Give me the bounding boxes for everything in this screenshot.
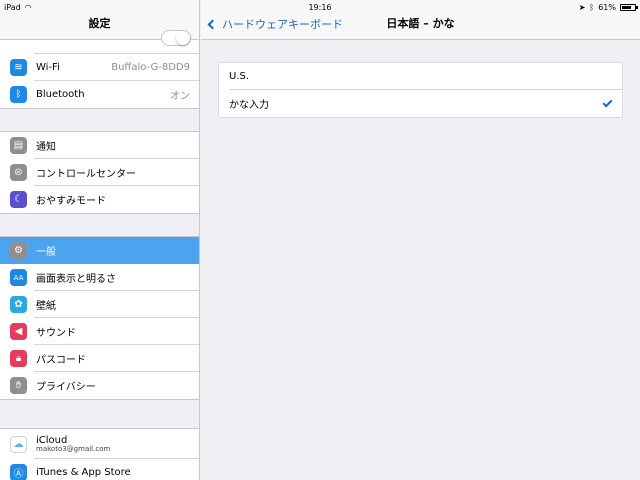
sidebar-item-label: iTunes & App Store xyxy=(36,467,131,478)
icloud-text: iCloud makoto3@gmail.com xyxy=(36,435,110,454)
checkmark-icon xyxy=(602,97,613,108)
battery-percent: 61% xyxy=(598,2,616,12)
gear-icon: ⚙ xyxy=(10,242,27,259)
sidebar-item-icloud[interactable]: ☁ iCloud makoto3@gmail.com xyxy=(0,429,199,459)
status-left: iPad ◠ xyxy=(4,3,32,12)
sidebar-group-general: ⚙ 一般 AA 画面表示と明るさ ✿ 壁紙 ◀ サウンド 🔒︎ パスコード ✋︎… xyxy=(0,236,199,400)
sidebar-title: 設定 xyxy=(88,17,111,30)
status-right: ➤ ᛒ 61% xyxy=(578,2,638,12)
sidebar-item-wallpaper[interactable]: ✿ 壁紙 xyxy=(0,291,199,318)
sidebar-item-label: パスコード xyxy=(36,355,86,366)
sidebar-item-control-center[interactable]: ⊜ コントロールセンター xyxy=(0,159,199,186)
icloud-account-email: makoto3@gmail.com xyxy=(36,444,111,453)
lock-icon: 🔒︎ xyxy=(10,350,27,367)
bluetooth-icon: ᛒ xyxy=(10,86,27,103)
sidebar-item-do-not-disturb[interactable]: ☾ おやすみモード xyxy=(0,186,199,213)
layout-option-kana[interactable]: かな入力 xyxy=(219,90,622,117)
battery-icon xyxy=(620,3,638,11)
sidebar-group-notifications: ▤ 通知 ⊜ コントロールセンター ☾ おやすみモード xyxy=(0,131,199,214)
wifi-status-icon: ◠ xyxy=(24,2,32,12)
sidebar-group-network: ≋ Wi-Fi Buffalo-G-8DD9 ᛒ Bluetooth オン xyxy=(0,30,199,109)
bluetooth-value: オン xyxy=(170,91,190,102)
speaker-icon: ◀ xyxy=(10,323,27,340)
control-center-icon: ⊜ xyxy=(10,164,27,181)
settings-sidebar: 設定 ≋ Wi-Fi Buffalo-G-8DD9 ᛒ Bluetooth オン… xyxy=(0,0,200,480)
bluetooth-status-icon: ᛒ xyxy=(589,2,595,12)
clock: 19:16 xyxy=(308,2,332,12)
option-label: U.S. xyxy=(229,71,250,82)
sidebar-item-bluetooth[interactable]: ᛒ Bluetooth オン xyxy=(0,81,199,108)
sidebar-item-app-store[interactable]: Ⓐ iTunes & App Store xyxy=(0,459,199,480)
airplane-toggle[interactable] xyxy=(161,30,191,46)
sidebar-item-label: 一般 xyxy=(36,247,56,258)
sidebar-item-airplane-partial[interactable] xyxy=(0,30,199,54)
sidebar-item-label: コントロールセンター xyxy=(36,169,136,180)
brightness-icon: AA xyxy=(10,269,27,286)
detail-panel: ハードウェアキーボード 日本語 – かな U.S. かな入力 xyxy=(201,0,640,480)
wifi-network-value: Buffalo-G-8DD9 xyxy=(111,62,190,73)
icloud-icon: ☁ xyxy=(10,435,27,453)
sidebar-item-display[interactable]: AA 画面表示と明るさ xyxy=(0,264,199,291)
sidebar-item-label: iCloud xyxy=(36,434,68,446)
status-bar: iPad ◠ 19:16 ➤ ᛒ 61% xyxy=(0,0,640,14)
sidebar-item-label: Wi-Fi xyxy=(36,62,60,73)
sidebar-item-label: 通知 xyxy=(36,142,56,153)
sidebar-item-label: 画面表示と明るさ xyxy=(36,274,116,285)
app-store-icon: Ⓐ xyxy=(10,464,27,480)
page-title: 日本語 – かな xyxy=(386,17,455,30)
sidebar-item-general[interactable]: ⚙ 一般 xyxy=(0,237,199,264)
sidebar-item-label: 壁紙 xyxy=(36,301,56,312)
option-label: かな入力 xyxy=(229,100,269,111)
location-icon: ➤ xyxy=(578,2,586,12)
sidebar-item-privacy[interactable]: ✋︎ プライバシー xyxy=(0,372,199,399)
sidebar-item-sounds[interactable]: ◀ サウンド xyxy=(0,318,199,345)
sidebar-item-label: おやすみモード xyxy=(36,196,106,207)
hand-icon: ✋︎ xyxy=(10,377,27,394)
sidebar-item-passcode[interactable]: 🔒︎ パスコード xyxy=(0,345,199,372)
sidebar-item-notifications[interactable]: ▤ 通知 xyxy=(0,132,199,159)
notification-icon: ▤ xyxy=(10,137,27,154)
wifi-icon: ≋ xyxy=(10,59,27,76)
device-name: iPad xyxy=(4,2,21,12)
wallpaper-icon: ✿ xyxy=(10,296,27,313)
sidebar-item-label: Bluetooth xyxy=(36,89,85,100)
layout-option-us[interactable]: U.S. xyxy=(219,63,622,90)
moon-icon: ☾ xyxy=(10,191,27,208)
sidebar-item-label: サウンド xyxy=(36,328,76,339)
sidebar-group-accounts: ☁ iCloud makoto3@gmail.com Ⓐ iTunes & Ap… xyxy=(0,428,199,480)
sidebar-item-label: プライバシー xyxy=(36,382,96,393)
keyboard-layout-list: U.S. かな入力 xyxy=(218,62,623,118)
sidebar-item-wifi[interactable]: ≋ Wi-Fi Buffalo-G-8DD9 xyxy=(0,54,199,81)
